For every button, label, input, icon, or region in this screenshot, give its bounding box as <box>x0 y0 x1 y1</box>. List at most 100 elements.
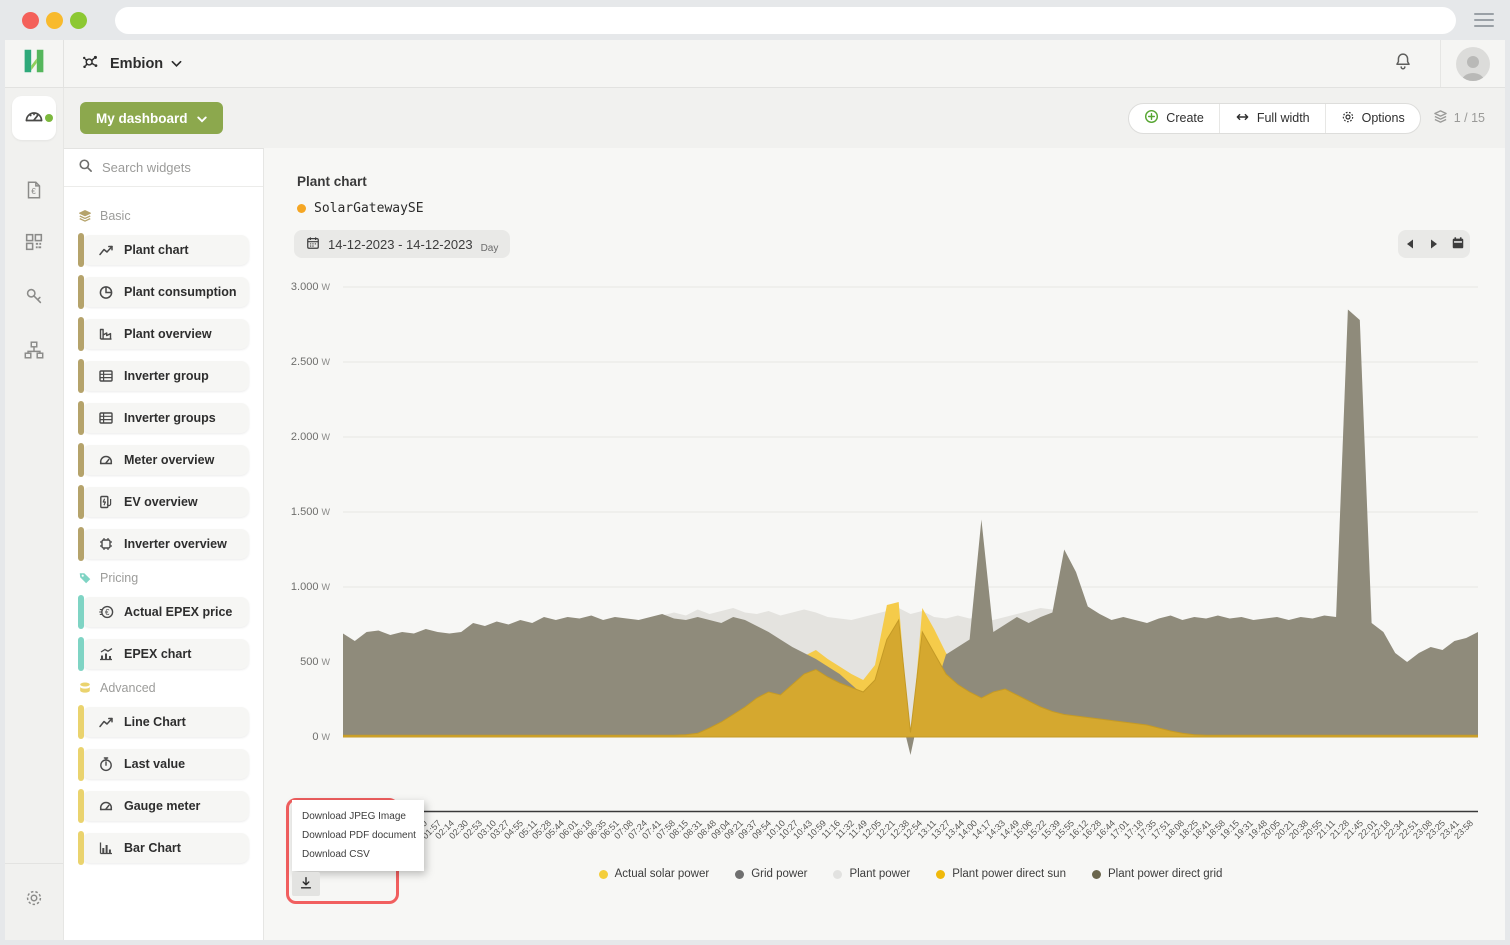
x-axis-tick: 03:10 <box>475 818 498 841</box>
browser-menu-icon[interactable] <box>1474 13 1494 27</box>
menu-item-download-pdf-document[interactable]: Download PDF document <box>292 826 424 845</box>
x-axis-tick: 13:27 <box>929 818 952 841</box>
date-range-button[interactable]: 14-12-2023 - 14-12-2023 Day <box>294 230 510 258</box>
app-logo[interactable] <box>5 40 64 87</box>
widget-item-bar-chart[interactable]: Bar Chart <box>82 833 249 863</box>
calendar-picker-button[interactable] <box>1446 230 1470 258</box>
widget-item-actual-epex-price[interactable]: €Actual EPEX price <box>82 597 249 627</box>
coin-icon: € <box>98 604 114 620</box>
rail-item-dashboard[interactable] <box>12 96 56 140</box>
h-logo-icon <box>19 46 49 81</box>
address-bar[interactable] <box>115 7 1456 34</box>
legend-dot <box>599 870 608 879</box>
chevron-down-icon <box>197 111 207 126</box>
widget-item-label: Meter overview <box>124 453 214 467</box>
accent-bar <box>78 705 84 739</box>
rail-item-organization[interactable] <box>12 330 56 374</box>
x-axis-tick: 03:27 <box>488 818 511 841</box>
user-avatar[interactable] <box>1456 47 1490 81</box>
download-menu: Download JPEG ImageDownload PDF document… <box>292 800 424 871</box>
arrows-horizontal-icon <box>1235 111 1250 126</box>
date-nav-group <box>1398 230 1470 258</box>
x-axis-tick: 05:11 <box>516 818 539 841</box>
section-label: Basic <box>100 209 131 223</box>
legend-item-grid-power[interactable]: Grid power <box>735 868 807 880</box>
legend-label: Plant power direct sun <box>952 868 1066 880</box>
rail-item-access-keys[interactable] <box>12 276 56 320</box>
create-button[interactable]: Create <box>1129 104 1219 133</box>
widget-item-line-chart[interactable]: Line Chart <box>82 707 249 737</box>
widget-item-plant-consumption[interactable]: Plant consumption <box>82 277 249 307</box>
menu-item-download-csv[interactable]: Download CSV <box>292 845 424 864</box>
x-axis-tick: 15:55 <box>1053 818 1076 841</box>
y-axis-tick: 2.500 W <box>264 356 330 368</box>
rail-item-invoices[interactable]: € <box>12 170 56 214</box>
widget-item-inverter-groups[interactable]: Inverter groups <box>82 403 249 433</box>
widget-item-label: Inverter overview <box>124 537 227 551</box>
org-selector[interactable]: Embion <box>64 40 198 87</box>
accent-bar <box>78 233 84 267</box>
search-input[interactable] <box>102 160 278 175</box>
full-width-label: Full width <box>1257 111 1310 125</box>
x-axis-tick: 04:55 <box>502 818 525 841</box>
x-axis-tick: 02:14 <box>433 818 456 841</box>
invoice-icon: € <box>23 179 45 206</box>
widget-item-inverter-group[interactable]: Inverter group <box>82 361 249 391</box>
widget-item-last-value[interactable]: Last value <box>82 749 249 779</box>
rail-item-settings[interactable] <box>12 878 56 922</box>
x-axis-tick: 15:22 <box>1025 818 1048 841</box>
next-period-button[interactable] <box>1422 230 1446 258</box>
x-axis-tick: 22:18 <box>1369 818 1392 841</box>
layers-icon <box>1433 109 1448 127</box>
create-label: Create <box>1166 111 1204 125</box>
x-axis-tick: 15:06 <box>1012 818 1035 841</box>
widget-item-ev-overview[interactable]: EV overview <box>82 487 249 517</box>
key-icon <box>23 285 45 312</box>
page-indicator-label: 1 / 15 <box>1454 111 1485 125</box>
accent-bar <box>78 747 84 781</box>
widget-item-inverter-overview[interactable]: Inverter overview <box>82 529 249 559</box>
x-axis-tick: 12:38 <box>888 818 911 841</box>
window-close-button[interactable] <box>22 12 39 29</box>
dashboard-selector-button[interactable]: My dashboard <box>80 102 223 134</box>
prev-period-button[interactable] <box>1398 230 1422 258</box>
x-axis-tick: 21:45 <box>1342 818 1365 841</box>
legend-item-plant-power[interactable]: Plant power <box>833 868 910 880</box>
x-axis-tick: 23:58 <box>1452 818 1475 841</box>
widget-item-label: Plant overview <box>124 327 212 341</box>
section-label: Advanced <box>100 681 156 695</box>
full-width-button[interactable]: Full width <box>1219 104 1325 133</box>
x-axis-tick: 20:38 <box>1287 818 1310 841</box>
x-axis-tick: 16:28 <box>1080 818 1103 841</box>
menu-item-download-jpeg-image[interactable]: Download JPEG Image <box>292 807 424 826</box>
pie-chart-icon <box>98 284 114 300</box>
window-zoom-button[interactable] <box>70 12 87 29</box>
x-axis-tick: 20:55 <box>1301 818 1324 841</box>
widget-item-meter-overview[interactable]: Meter overview <box>82 445 249 475</box>
notifications-button[interactable] <box>1366 40 1441 87</box>
widget-item-gauge-meter[interactable]: Gauge meter <box>82 791 249 821</box>
plant-chart-widget: Plant chart SolarGatewaySE 14-12-2023 - … <box>264 148 1505 940</box>
legend-item-plant-power-direct-sun[interactable]: Plant power direct sun <box>936 868 1066 880</box>
options-button[interactable]: Options <box>1325 104 1420 133</box>
page-indicator: 1 / 15 <box>1433 109 1485 127</box>
nav-rail: € <box>5 88 64 940</box>
accent-bar <box>78 359 84 393</box>
legend-item-actual-solar-power[interactable]: Actual solar power <box>599 868 710 880</box>
widget-item-plant-chart[interactable]: Plant chart <box>82 235 249 265</box>
arrow-right-icon <box>1430 237 1438 252</box>
y-axis-tick: 1.500 W <box>264 506 330 518</box>
x-axis-tick: 15:39 <box>1039 818 1062 841</box>
legend-item-plant-power-direct-grid[interactable]: Plant power direct grid <box>1092 868 1222 880</box>
rail-item-widgets[interactable] <box>12 222 56 266</box>
window-minimize-button[interactable] <box>46 12 63 29</box>
gear-icon <box>23 887 45 914</box>
legend-label: Plant power <box>849 868 910 880</box>
widget-item-epex-chart[interactable]: EPEX chart <box>82 639 249 669</box>
download-button[interactable] <box>292 872 320 896</box>
widget-item-label: Inverter groups <box>124 411 216 425</box>
widget-item-plant-overview[interactable]: Plant overview <box>82 319 249 349</box>
x-axis-tick: 12:54 <box>901 818 924 841</box>
legend-dot <box>833 870 842 879</box>
toolbar-button-group: Create Full width Options <box>1128 103 1420 134</box>
